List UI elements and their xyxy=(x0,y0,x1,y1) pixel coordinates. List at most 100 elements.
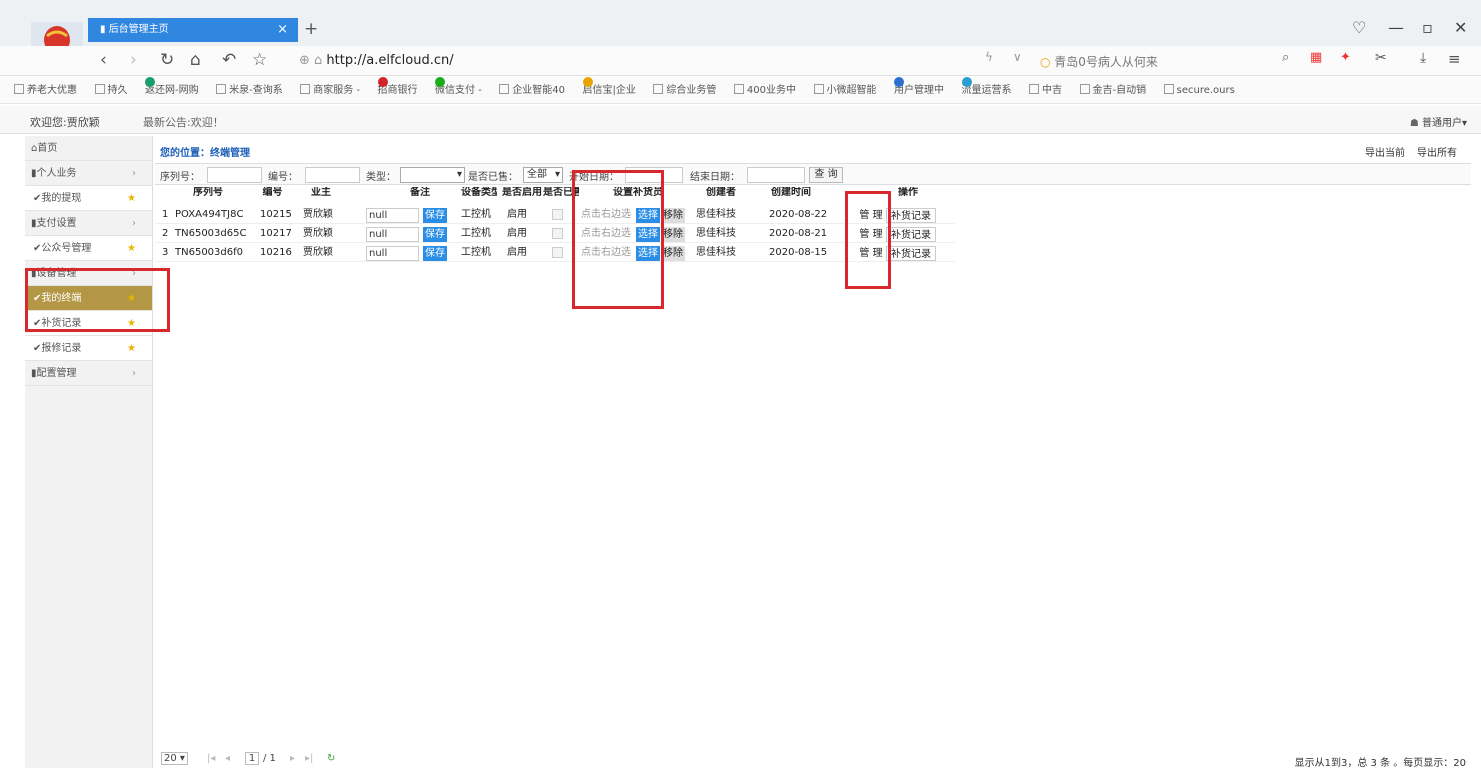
search-icon[interactable]: ⌕ xyxy=(1282,50,1289,65)
bookmark-item[interactable]: 商家服务 - xyxy=(300,77,360,103)
restock-record-button[interactable]: 补货记录 xyxy=(886,227,936,242)
bookmark-item[interactable]: 启信宝|企业 xyxy=(582,77,636,103)
bank-icon xyxy=(377,77,388,87)
new-tab-button[interactable]: + xyxy=(304,18,318,40)
sold-checkbox[interactable] xyxy=(552,228,563,239)
shield-icon: ⊕ xyxy=(299,53,315,68)
pagination-bar: 20 ▾ |◂ ◂ 1 / 1 ▸ ▸| ↻ 显示从1到3，总 3 条 。每页显… xyxy=(155,752,1471,769)
bookmark-item[interactable]: 返还网-网购 xyxy=(145,77,199,103)
col-number: 编号 xyxy=(262,187,283,198)
restore-icon[interactable]: ▫ xyxy=(1422,18,1433,37)
bookmark-item[interactable]: 米泉-查询系 xyxy=(216,77,283,103)
sidebar-item-repair-record[interactable]: ✔报修记录 ★ xyxy=(25,336,152,361)
bookmark-item[interactable]: 用户管理中 xyxy=(894,77,944,103)
bookmark-item[interactable]: secure.ours xyxy=(1163,77,1235,103)
extension-icon[interactable]: ✦ xyxy=(1340,50,1351,65)
bookmark-item[interactable]: 中吉 xyxy=(1029,77,1062,103)
home-icon[interactable]: ⌂ xyxy=(190,50,201,70)
caret-down-icon: ▾ xyxy=(554,169,560,180)
remark-input[interactable]: null xyxy=(366,208,419,223)
save-button[interactable]: 保存 xyxy=(423,246,447,261)
cut-icon[interactable]: ✂ xyxy=(1375,50,1387,66)
browser-nav-bar: ‹ › ↻ ⌂ ↶ ☆ ⊕ ⌂ http://a.elfcloud.cn/ ϟ … xyxy=(0,46,1481,76)
tab-title: 后台管理主页 xyxy=(108,24,169,35)
bookmark-item[interactable]: 企业智能40 xyxy=(499,77,565,103)
sold-checkbox[interactable] xyxy=(552,247,563,258)
col-owner: 业主 xyxy=(311,187,331,198)
query-button[interactable]: 查 询 xyxy=(809,167,843,183)
serial-input[interactable] xyxy=(207,167,262,183)
save-button[interactable]: 保存 xyxy=(423,227,447,242)
chevron-down-icon[interactable]: ∨ xyxy=(1013,50,1022,64)
end-date-input[interactable] xyxy=(747,167,805,183)
page-size-select[interactable]: 20 ▾ xyxy=(161,752,188,765)
sidebar-item-payment[interactable]: ▮支付设置 › xyxy=(25,211,152,236)
next-page-icon[interactable]: ▸ xyxy=(290,753,295,764)
device-type-cell: 工控机 xyxy=(461,228,491,239)
first-page-icon[interactable]: |◂ xyxy=(207,753,215,764)
bookmark-item[interactable]: 养老大优惠 xyxy=(14,77,77,103)
bookmark-item[interactable]: 持久 xyxy=(94,77,128,103)
export-current-button[interactable]: 导出当前 xyxy=(1365,144,1405,159)
user-role-menu[interactable]: ☗ 普通用户▾ xyxy=(1410,114,1467,129)
shirt-icon[interactable]: ♡ xyxy=(1352,18,1366,37)
forward-icon[interactable]: › xyxy=(130,50,137,70)
sold-checkbox[interactable] xyxy=(552,209,563,220)
sold-select[interactable]: 全部 ▾ xyxy=(523,167,563,183)
refresh-icon[interactable]: ↻ xyxy=(160,50,174,70)
number-cell: 10215 xyxy=(260,209,292,220)
bookmark-item[interactable]: 小微超智能 xyxy=(813,77,877,103)
bookmark-item[interactable]: 综合业务管 xyxy=(653,77,716,103)
search-text: 青岛0号病人从何来 xyxy=(1054,55,1158,69)
bookmark-item[interactable]: 金吉-自动销 xyxy=(1079,77,1146,103)
sidebar-item-personal[interactable]: ▮个人业务 › xyxy=(25,161,152,186)
remove-button[interactable]: 移除 xyxy=(661,246,685,261)
close-tab-icon[interactable]: × xyxy=(277,18,288,42)
page-number-input[interactable]: 1 xyxy=(245,752,259,765)
remove-button[interactable]: 移除 xyxy=(661,227,685,242)
bookmark-item[interactable]: 流量运营系 xyxy=(961,77,1012,103)
export-all-button[interactable]: 导出所有 xyxy=(1417,144,1457,159)
last-page-icon[interactable]: ▸| xyxy=(305,753,313,764)
bookmark-item[interactable]: 微信支付 - xyxy=(435,77,482,103)
bookmark-page-icon xyxy=(733,84,744,94)
row-index: 3 xyxy=(162,247,169,258)
flash-icon[interactable]: ϟ xyxy=(985,50,993,64)
apps-icon[interactable]: ▦ xyxy=(1310,50,1322,65)
bookmark-item[interactable]: 招商银行 xyxy=(377,77,418,103)
menu-icon[interactable]: ≡ xyxy=(1448,50,1461,68)
bookmark-page-icon xyxy=(1163,84,1174,94)
star-icon[interactable]: ☆ xyxy=(252,50,267,70)
number-input[interactable] xyxy=(305,167,360,183)
save-button[interactable]: 保存 xyxy=(423,208,447,223)
tab-admin-home[interactable]: ▮ 后台管理主页 × xyxy=(88,18,298,42)
close-window-icon[interactable]: ✕ xyxy=(1454,18,1467,37)
bookmark-item[interactable]: 400业务中 xyxy=(733,77,796,103)
total-pages: / 1 xyxy=(263,753,276,764)
lock-icon: ⌂ xyxy=(314,53,327,68)
sidebar-item-official-account[interactable]: ✔公众号管理 ★ xyxy=(25,236,152,261)
sidebar-item-withdraw[interactable]: ✔我的提现 ★ xyxy=(25,186,152,211)
col-device-type: 设备类型 xyxy=(461,187,497,198)
sidebar-item-home[interactable]: ⌂首页 xyxy=(25,136,152,161)
type-select[interactable]: ▾ xyxy=(400,167,465,183)
remark-input[interactable]: null xyxy=(366,227,419,242)
sidebar-item-config[interactable]: ▮配置管理 › xyxy=(25,361,152,386)
restock-record-button[interactable]: 补货记录 xyxy=(886,208,936,223)
serial-cell: TN65003d6f0 xyxy=(175,247,243,258)
back-icon[interactable]: ‹ xyxy=(100,50,107,70)
refresh-icon[interactable]: ↻ xyxy=(327,753,335,764)
download-icon[interactable]: ⤓ xyxy=(1420,50,1426,66)
remove-button[interactable]: 移除 xyxy=(661,208,685,223)
table-row: 1 POXA494TJ8C 10215 贾欣颖 null 保存 工控机 启用 点… xyxy=(155,205,955,224)
remark-input[interactable]: null xyxy=(366,246,419,261)
bookmark-page-icon xyxy=(14,84,24,94)
serial-cell: POXA494TJ8C xyxy=(175,209,244,220)
number-cell: 10217 xyxy=(260,228,292,239)
prev-page-icon[interactable]: ◂ xyxy=(225,753,230,764)
minimize-icon[interactable]: — xyxy=(1388,18,1404,37)
search-box[interactable]: ○ 青岛0号病人从何来 xyxy=(1040,52,1310,72)
undo-icon[interactable]: ↶ xyxy=(222,50,236,70)
address-bar[interactable]: ⊕ ⌂ http://a.elfcloud.cn/ xyxy=(299,51,859,71)
restock-record-button[interactable]: 补货记录 xyxy=(886,246,936,261)
